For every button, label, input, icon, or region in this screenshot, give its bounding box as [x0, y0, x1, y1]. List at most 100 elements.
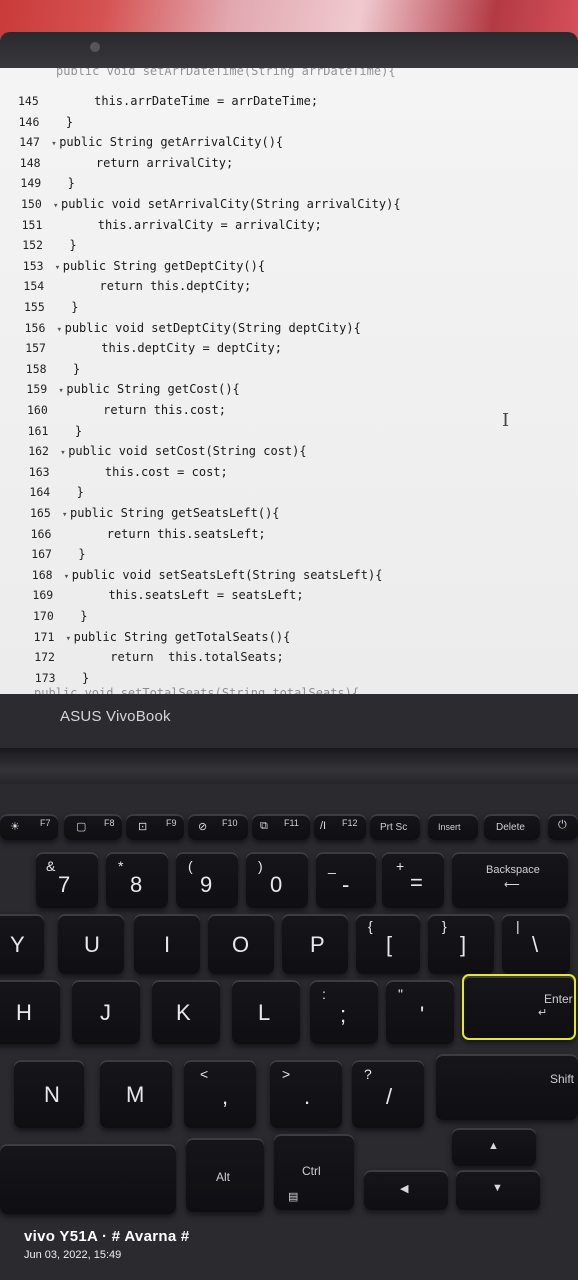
line-number: 148 — [19, 155, 41, 170]
key-f10[interactable]: ⊘ F10 — [188, 814, 248, 840]
key-f8[interactable]: ▢ F8 — [64, 814, 122, 840]
code-text: } — [73, 609, 88, 623]
key-f12-label: F12 — [342, 818, 358, 828]
code-line: 157 this.deptCity = deptCity; — [25, 339, 282, 357]
fold-marker-icon[interactable]: ▾ — [62, 506, 70, 524]
fold-marker-icon[interactable]: ▾ — [66, 630, 74, 648]
code-editor-screen[interactable]: public void setArrDateTime(String arrDat… — [0, 68, 578, 694]
key-f7[interactable]: ☀ F7 — [0, 814, 58, 840]
key-comma[interactable]: < , — [184, 1060, 256, 1128]
key-equals[interactable]: + = — [382, 852, 444, 908]
key-insert[interactable]: Insert — [428, 814, 478, 840]
key-o[interactable]: O — [208, 914, 274, 974]
key-u[interactable]: U — [58, 914, 124, 974]
key-y[interactable]: Y — [0, 914, 44, 974]
code-line: 151 this.arrivalCity = arrivalCity; — [22, 216, 322, 234]
key-o-label: O — [232, 932, 250, 957]
line-number: 145 — [18, 94, 39, 108]
code-text: return this.seatsLeft; — [70, 526, 266, 541]
fold-marker-icon[interactable]: ▾ — [64, 568, 72, 586]
key-arrow-down[interactable]: ▼ — [456, 1170, 540, 1210]
key-0-sub: ) — [258, 858, 263, 874]
key-f11[interactable]: ⧉ F11 — [252, 814, 310, 840]
fold-marker-icon[interactable]: ▾ — [53, 197, 61, 215]
fold-marker-icon[interactable]: ▾ — [51, 135, 59, 153]
partial-code-line-bottom: public void setTotalSeats(String totalSe… — [34, 686, 360, 694]
key-7-sub: & — [46, 858, 56, 874]
key-9[interactable]: ( 9 — [176, 852, 238, 908]
key-ctrl[interactable]: Ctrl ▤ — [274, 1134, 354, 1210]
key-m[interactable]: M — [100, 1060, 172, 1128]
line-number: 164 — [29, 485, 51, 500]
code-text: } — [69, 485, 84, 500]
code-line: 160 return this.cost; — [27, 401, 226, 419]
key-period[interactable]: > . — [270, 1060, 342, 1128]
code-text: } — [65, 361, 81, 376]
line-number: 149 — [20, 176, 42, 191]
return-arrow-icon: ↵ — [538, 1007, 548, 1019]
key-slash[interactable]: ? / — [352, 1060, 424, 1128]
key-right-bracket[interactable]: } ] — [428, 914, 494, 974]
key-0[interactable]: ) 0 — [246, 852, 308, 908]
fold-marker-icon[interactable]: ▾ — [55, 259, 63, 277]
key-shift[interactable]: Shift — [436, 1054, 578, 1120]
key-arrow-up[interactable]: ▲ — [452, 1128, 536, 1166]
code-text: public String getArrivalCity(){ — [59, 135, 284, 150]
key-k[interactable]: K — [152, 980, 220, 1044]
key-left-bracket[interactable]: { [ — [356, 914, 420, 974]
key-i[interactable]: I — [134, 914, 200, 974]
key-backspace[interactable]: Backspace ⟵ — [452, 852, 568, 908]
key-p-label: P — [310, 932, 325, 957]
key-arrow-left[interactable]: ◀ — [364, 1170, 448, 1210]
key-minus-sub: _ — [328, 858, 336, 874]
code-line: 162 ▾ public void setCost(String cost){ — [28, 442, 306, 460]
key-right-bracket-label: ] — [460, 932, 467, 957]
key-l-label: L — [258, 1000, 271, 1025]
fold-marker-icon[interactable]: ▾ — [57, 321, 65, 339]
key-9-sub: ( — [188, 858, 193, 874]
key-insert-label: Insert — [438, 822, 461, 832]
key-enter[interactable]: Enter ↵ — [462, 974, 576, 1040]
key-backspace-label: Backspace — [486, 864, 540, 876]
key-f12[interactable]: /I F12 — [314, 814, 366, 840]
key-h[interactable]: H — [0, 980, 60, 1044]
key-minus[interactable]: _ - — [316, 852, 376, 908]
code-text: public void setDeptCity(String deptCity)… — [64, 320, 361, 335]
lock-icon: ⊡ — [138, 821, 148, 833]
partial-code-line-top: public void setArrDateTime(String arrDat… — [56, 68, 396, 78]
key-semicolon-sub: : — [322, 986, 326, 1002]
key-backslash[interactable]: | \ — [502, 914, 570, 974]
key-space[interactable] — [0, 1144, 176, 1214]
code-text: this.arrivalCity = arrivalCity; — [61, 217, 322, 232]
key-f8-label: F8 — [104, 818, 115, 828]
key-i-label: I — [164, 932, 171, 957]
code-line: 156 ▾ public void setDeptCity(String deptC… — [25, 319, 361, 337]
line-number: 165 — [30, 506, 51, 520]
key-7[interactable]: & 7 — [36, 852, 98, 908]
code-line: 154 return this.deptCity; — [23, 277, 251, 295]
code-text: } — [60, 176, 75, 191]
key-ctrl-label: Ctrl — [302, 1164, 321, 1178]
line-number: 163 — [28, 464, 50, 479]
code-text: public String getDeptCity(){ — [62, 258, 266, 273]
key-8[interactable]: * 8 — [106, 852, 168, 908]
key-quote[interactable]: " ' — [386, 980, 454, 1044]
key-power[interactable]: ⏻ — [548, 814, 578, 840]
code-line: 165 ▾ public String getSeatsLeft(){ — [30, 504, 280, 522]
code-text: } — [67, 423, 83, 438]
key-delete[interactable]: Delete — [484, 814, 540, 840]
key-slash-label: / — [386, 1084, 393, 1109]
key-prtsc[interactable]: Prt Sc — [370, 814, 420, 840]
code-line: 172 return this.totalSeats; — [34, 648, 284, 666]
key-l[interactable]: L — [232, 980, 300, 1044]
watermark-title: vivo Y51A · # Avarna # — [24, 1228, 190, 1245]
key-left-bracket-label: [ — [386, 932, 393, 957]
key-n[interactable]: N — [14, 1060, 84, 1128]
key-f9[interactable]: ⊡ F9 — [126, 814, 184, 840]
key-semicolon[interactable]: : ; — [310, 980, 378, 1044]
key-alt[interactable]: Alt — [186, 1138, 264, 1212]
key-semicolon-label: ; — [340, 1002, 347, 1027]
key-j[interactable]: J — [72, 980, 140, 1044]
key-p[interactable]: P — [282, 914, 348, 974]
fold-marker-icon[interactable]: ▾ — [60, 444, 68, 462]
